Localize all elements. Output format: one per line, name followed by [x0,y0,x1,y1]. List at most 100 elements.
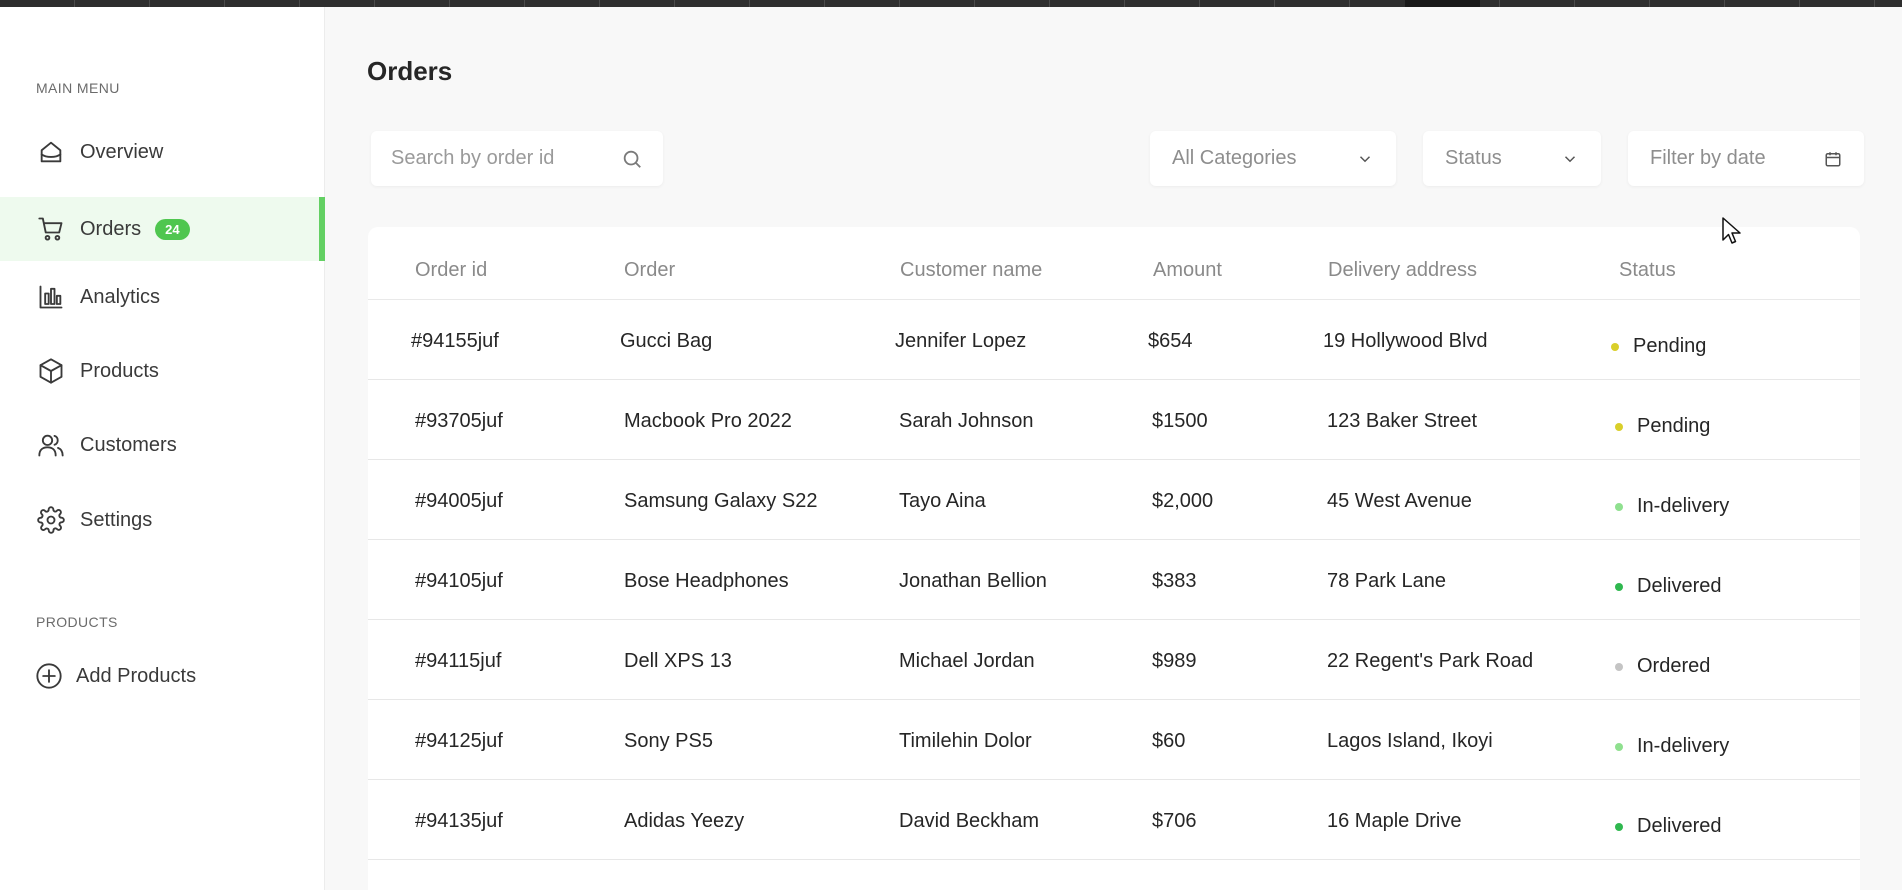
table-row[interactable]: #94135juf Adidas Yeezy David Beckham $70… [368,780,1860,860]
customer-cell: Timilehin Dolor [899,730,1032,752]
status-text: Pending [1637,415,1711,437]
status-dot [1615,822,1623,831]
sidebar-item-label: Orders [80,217,142,240]
search-icon[interactable] [621,148,643,170]
gear-icon [36,505,66,535]
address-cell: 16 Maple Drive [1327,810,1462,832]
customer-cell: Jonathan Bellion [899,570,1047,592]
customer-cell: Michael Jordan [899,650,1035,672]
order-id-cell: #94105juf [415,570,503,592]
status-text: Pending [1633,335,1707,357]
sidebar-item-label: Products [80,359,159,382]
chevron-down-icon [1359,155,1371,162]
status-text: In-delivery [1637,735,1730,757]
order-cell: Sony PS5 [624,730,713,752]
products-section-label: PRODUCTS [36,614,118,630]
status-badge: Pending [1611,335,1706,358]
sidebar-item-customers[interactable]: Customers [0,413,325,477]
sidebar-item-label: Settings [80,508,153,531]
status-badge: In-delivery [1615,735,1729,758]
column-header-order[interactable]: Order [624,259,675,282]
status-text: Ordered [1637,655,1711,677]
amount-cell: $2,000 [1152,490,1214,512]
status-dot [1615,502,1623,511]
sidebar-item-settings[interactable]: Settings [0,488,325,552]
amount-cell: $383 [1152,570,1197,592]
date-filter-placeholder: Filter by date [1650,147,1766,169]
sidebar-item-label: Overview [80,140,164,163]
amount-cell: $60 [1152,730,1186,752]
sidebar-item-overview[interactable]: Overview [0,120,325,184]
sidebar-item-label: Analytics [80,285,161,308]
sidebar-item-analytics[interactable]: Analytics [0,265,325,329]
column-header-status[interactable]: Status [1619,259,1676,282]
status-badge: Ordered [1615,655,1710,678]
order-id-cell: #94135juf [415,810,503,832]
cart-icon [36,214,66,244]
order-id-cell: #94125juf [415,730,503,752]
order-cell: Samsung Galaxy S22 [624,490,818,512]
amount-cell: $1500 [1152,410,1208,432]
column-header-amount[interactable]: Amount [1153,259,1222,282]
order-id-cell: #94005juf [415,490,503,512]
status-dot [1615,662,1623,671]
order-cell: Adidas Yeezy [624,810,745,832]
amount-cell: $706 [1152,810,1197,832]
status-badge: In-delivery [1615,495,1729,518]
amount-cell: $989 [1152,650,1197,672]
sidebar-item-products[interactable]: Products [0,339,325,403]
table-header: Order id Order Customer name Amount Deli… [368,227,1860,300]
customer-cell: David Beckham [899,810,1040,832]
status-dropdown[interactable]: Status [1423,131,1601,186]
plus-circle-icon [34,661,64,691]
order-id-cell: #93705juf [415,410,503,432]
customer-cell: Jennifer Lopez [895,330,1027,352]
status-text: In-delivery [1637,495,1730,517]
status-text: Delivered [1637,815,1722,837]
table-row[interactable]: #94155juf Gucci Bag Jennifer Lopez $654 … [368,300,1860,380]
order-id-cell: #94155juf [411,330,499,352]
users-icon [36,430,66,460]
sidebar-item-label: Add Products [76,664,197,687]
status-dot [1615,742,1623,751]
table-row[interactable]: #94005juf Samsung Galaxy S22 Tayo Aina $… [368,460,1860,540]
page-title: Orders [367,56,453,86]
active-tab-strip [1405,0,1480,7]
search-input[interactable] [391,147,611,170]
sidebar-item-add-products[interactable]: Add Products [0,644,325,708]
table-row[interactable]: #94125juf Sony PS5 Timilehin Dolor $60 L… [368,700,1860,780]
column-header-order-id[interactable]: Order id [415,259,487,282]
status-badge: Delivered [1615,575,1721,598]
orders-table: Order id Order Customer name Amount Deli… [368,227,1860,890]
address-cell: 45 West Avenue [1327,490,1472,512]
order-cell: Gucci Bag [620,330,713,352]
search-box [371,131,663,186]
chevron-down-icon [1564,155,1576,162]
order-cell: Bose Headphones [624,570,789,592]
status-dot [1615,582,1623,591]
order-cell: Dell XPS 13 [624,650,732,672]
calendar-icon [1825,151,1841,166]
table-row[interactable]: #93705juf Macbook Pro 2022 Sarah Johnson… [368,380,1860,460]
window-top-strip [0,0,1902,7]
customer-cell: Tayo Aina [899,490,986,512]
main-menu-label: MAIN MENU [36,80,120,96]
category-dropdown[interactable]: All Categories [1150,131,1396,186]
status-dot [1615,422,1623,431]
customer-cell: Sarah Johnson [899,410,1034,432]
sidebar-item-orders[interactable]: Orders 24 [0,197,325,261]
column-header-delivery-address[interactable]: Delivery address [1328,259,1477,282]
date-filter[interactable]: Filter by date [1628,131,1864,186]
table-row[interactable]: #94115juf Dell XPS 13 Michael Jordan $98… [368,620,1860,700]
mouse-cursor-icon [1722,217,1741,244]
amount-cell: $654 [1148,330,1193,352]
address-cell: 123 Baker Street [1327,410,1478,432]
category-dropdown-value: All Categories [1172,147,1297,169]
address-cell: 22 Regent's Park Road [1327,650,1534,672]
column-header-customer-name[interactable]: Customer name [900,259,1042,282]
order-id-cell: #94115juf [415,650,502,672]
table-row[interactable]: #94105juf Bose Headphones Jonathan Belli… [368,540,1860,620]
status-badge: Delivered [1615,815,1721,838]
orders-count-badge: 24 [155,218,190,240]
address-cell: 19 Hollywood Blvd [1323,330,1488,352]
